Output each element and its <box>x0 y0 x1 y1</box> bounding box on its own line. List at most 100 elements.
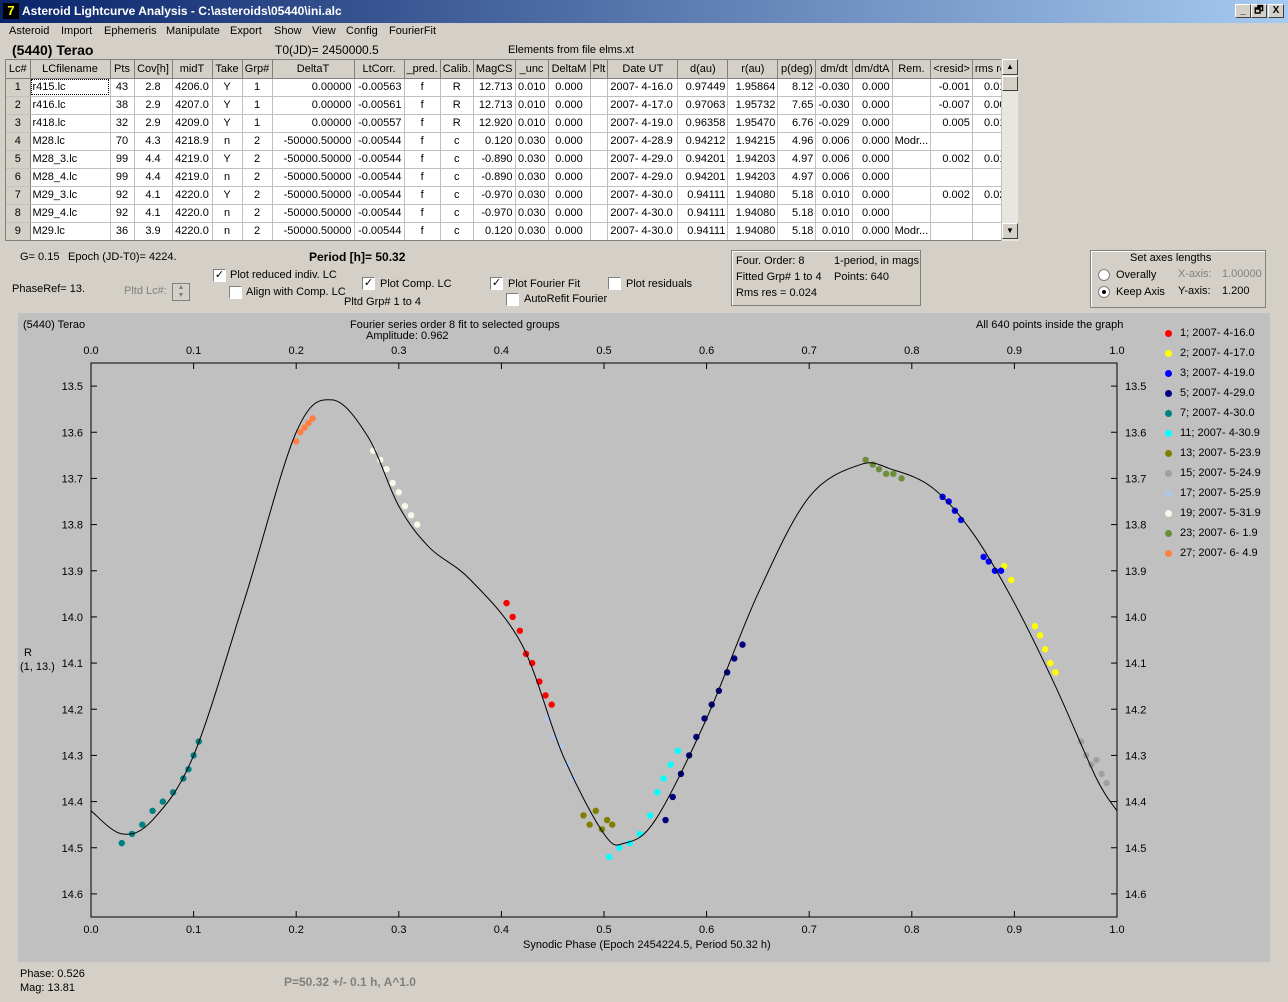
y-tick-label: 14.0 <box>62 612 83 624</box>
y-tick-label: 14.6 <box>62 889 83 901</box>
legend-swatch <box>1165 329 1172 337</box>
legend-label: 7; 2007- 4-30.0 <box>1180 407 1255 419</box>
data-point <box>516 627 524 634</box>
x-tick-label: 0.4 <box>494 924 509 936</box>
x-tick-label-top: 0.5 <box>596 345 611 357</box>
x-tick-label-top: 0.4 <box>494 345 509 357</box>
legend-swatch <box>1165 429 1172 437</box>
data-point <box>1041 646 1049 653</box>
x-tick-label: 0.6 <box>699 924 714 936</box>
legend-label: 19; 2007- 5-31.9 <box>1180 507 1261 519</box>
legend-swatch <box>1165 369 1172 377</box>
y-tick-label: 13.6 <box>62 427 83 439</box>
legend-label: 15; 2007- 5-24.9 <box>1180 467 1261 479</box>
data-point <box>548 701 555 708</box>
legend-swatch <box>1165 469 1172 477</box>
x-tick-label: 0.3 <box>391 924 406 936</box>
x-tick-label-top: 0.6 <box>699 345 714 357</box>
legend-item: 5; 2007- 4-29.0 <box>1165 387 1255 399</box>
data-point <box>980 553 987 561</box>
legend-swatch <box>1165 349 1172 357</box>
data-point <box>542 692 549 699</box>
data-point <box>389 479 396 487</box>
x-tick-label-top: 1.0 <box>1109 345 1124 357</box>
data-point <box>662 816 669 824</box>
y-tick-label: 14.5 <box>62 843 83 855</box>
data-point <box>1103 779 1110 787</box>
x-tick-label-top: 0.3 <box>391 345 406 357</box>
data-point <box>1052 669 1059 676</box>
x-tick-label: 0.5 <box>596 924 611 936</box>
legend-item: 23; 2007- 6- 1.9 <box>1165 527 1258 539</box>
x-tick-label: 0.1 <box>186 924 201 936</box>
data-point <box>159 798 167 805</box>
data-point <box>586 821 593 828</box>
y-tick-label: 13.9 <box>62 566 83 578</box>
x-tick-label: 0.0 <box>83 924 98 936</box>
legend-item: 2; 2007- 4-17.0 <box>1165 347 1255 359</box>
legend-item: 27; 2007- 6- 4.9 <box>1165 547 1258 559</box>
y-tick-label: 13.5 <box>62 381 83 393</box>
y-tick-label: 14.3 <box>62 750 83 762</box>
legend-label: 17; 2007- 5-25.9 <box>1180 487 1261 499</box>
data-point <box>309 415 316 422</box>
data-point <box>674 747 682 754</box>
x-axis-title: Synodic Phase (Epoch 2454224.5, Period 5… <box>523 939 771 951</box>
data-point <box>503 599 510 607</box>
y-tick-label-right: 13.8 <box>1125 520 1146 532</box>
phase-readout: Phase: 0.526 <box>20 968 85 980</box>
legend-item: 3; 2007- 4-19.0 <box>1165 367 1255 379</box>
legend-swatch <box>1165 389 1172 397</box>
legend-swatch <box>1165 449 1172 457</box>
x-tick-label: 0.9 <box>1007 924 1022 936</box>
mag-readout: Mag: 13.81 <box>20 982 76 994</box>
y-tick-label-right: 14.1 <box>1125 658 1146 670</box>
data-point <box>997 567 1005 574</box>
data-point <box>118 839 125 847</box>
data-point <box>605 853 613 861</box>
y-tick-label-right: 14.6 <box>1125 889 1146 901</box>
legend-label: 27; 2007- 6- 4.9 <box>1180 547 1258 559</box>
legend-label: 11; 2007- 4-30.9 <box>1180 427 1260 439</box>
data-point <box>401 502 409 510</box>
data-point <box>293 438 300 445</box>
legend-item: 19; 2007- 5-31.9 <box>1165 507 1261 519</box>
y-tick-label-right: 13.7 <box>1125 473 1146 485</box>
data-point <box>669 793 676 801</box>
data-point <box>1008 576 1015 584</box>
legend-label: 5; 2007- 4-29.0 <box>1180 387 1255 399</box>
y-tick-label: 13.8 <box>62 520 83 532</box>
y-tick-label-right: 13.6 <box>1125 427 1146 439</box>
x-tick-label-top: 0.0 <box>83 345 98 357</box>
legend-item: 11; 2007- 4-30.9 <box>1165 427 1260 439</box>
legend-item: 1; 2007- 4-16.0 <box>1165 327 1255 339</box>
data-point <box>862 456 869 464</box>
data-point <box>654 789 661 796</box>
data-point <box>149 807 156 815</box>
data-point <box>667 761 674 768</box>
y-tick-label-right: 14.3 <box>1125 750 1146 762</box>
data-point <box>509 613 516 621</box>
x-tick-label-top: 0.7 <box>802 345 817 357</box>
x-tick-label-top: 0.8 <box>904 345 919 357</box>
chart-points-note: All 640 points inside the graph <box>976 319 1124 331</box>
y-tick-label-right: 13.9 <box>1125 566 1146 578</box>
x-tick-label: 0.7 <box>802 924 817 936</box>
data-point <box>660 775 667 782</box>
legend-item: 13; 2007- 5-23.9 <box>1165 447 1261 459</box>
y-axis-subtitle: (1, 13.) <box>20 661 55 673</box>
data-point <box>890 470 897 477</box>
x-tick-label: 1.0 <box>1109 924 1124 936</box>
legend-item: 15; 2007- 5-24.9 <box>1165 467 1261 479</box>
chart-object-label: (5440) Terao <box>23 319 86 331</box>
data-point <box>603 816 611 824</box>
y-tick-label-right: 14.2 <box>1125 704 1146 716</box>
y-tick-label: 14.1 <box>62 658 83 670</box>
data-point <box>407 512 415 519</box>
data-point <box>592 807 599 815</box>
lightcurve-chart[interactable]: 0.0 0.0 0.1 0.1 0.2 0.2 0.3 0.3 0.4 0.4 0.5 0.5 0.6 0… <box>0 0 1288 1002</box>
y-axis-title: R <box>24 647 32 659</box>
legend-label: 13; 2007- 5-23.9 <box>1180 447 1261 459</box>
legend-swatch <box>1165 549 1172 557</box>
data-point <box>395 489 402 496</box>
